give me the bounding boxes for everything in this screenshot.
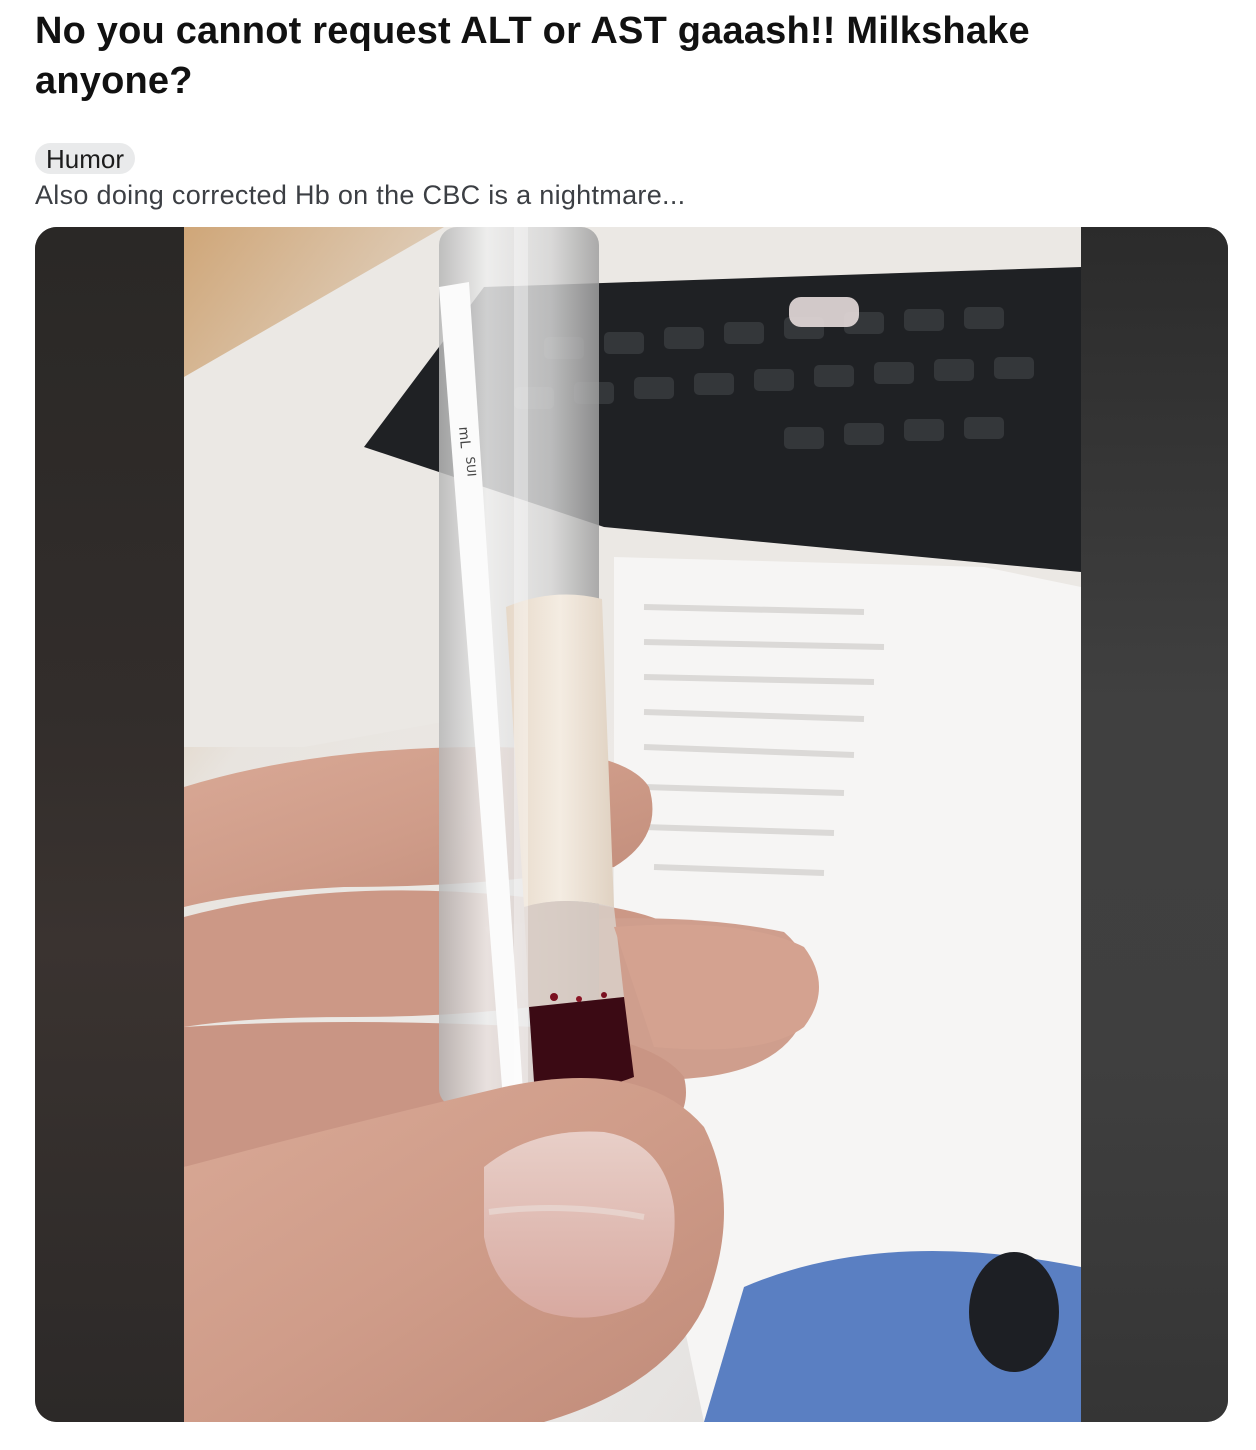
- image-blur-fill-right: [1081, 227, 1228, 1422]
- post-card: No you cannot request ALT or AST gaaash!…: [0, 0, 1256, 1450]
- post-title[interactable]: No you cannot request ALT or AST gaaash!…: [35, 6, 1185, 106]
- svg-text:SUI: SUI: [463, 456, 479, 477]
- post-body-text: Also doing corrected Hb on the CBC is a …: [35, 180, 686, 210]
- image-blur-fill-left: [35, 227, 184, 1422]
- post-image[interactable]: mL SUI: [35, 227, 1228, 1422]
- flair-tag[interactable]: Humor: [35, 143, 136, 174]
- svg-text:mL: mL: [455, 426, 473, 449]
- lipemic-blood-tube-photo: mL SUI: [184, 227, 1081, 1422]
